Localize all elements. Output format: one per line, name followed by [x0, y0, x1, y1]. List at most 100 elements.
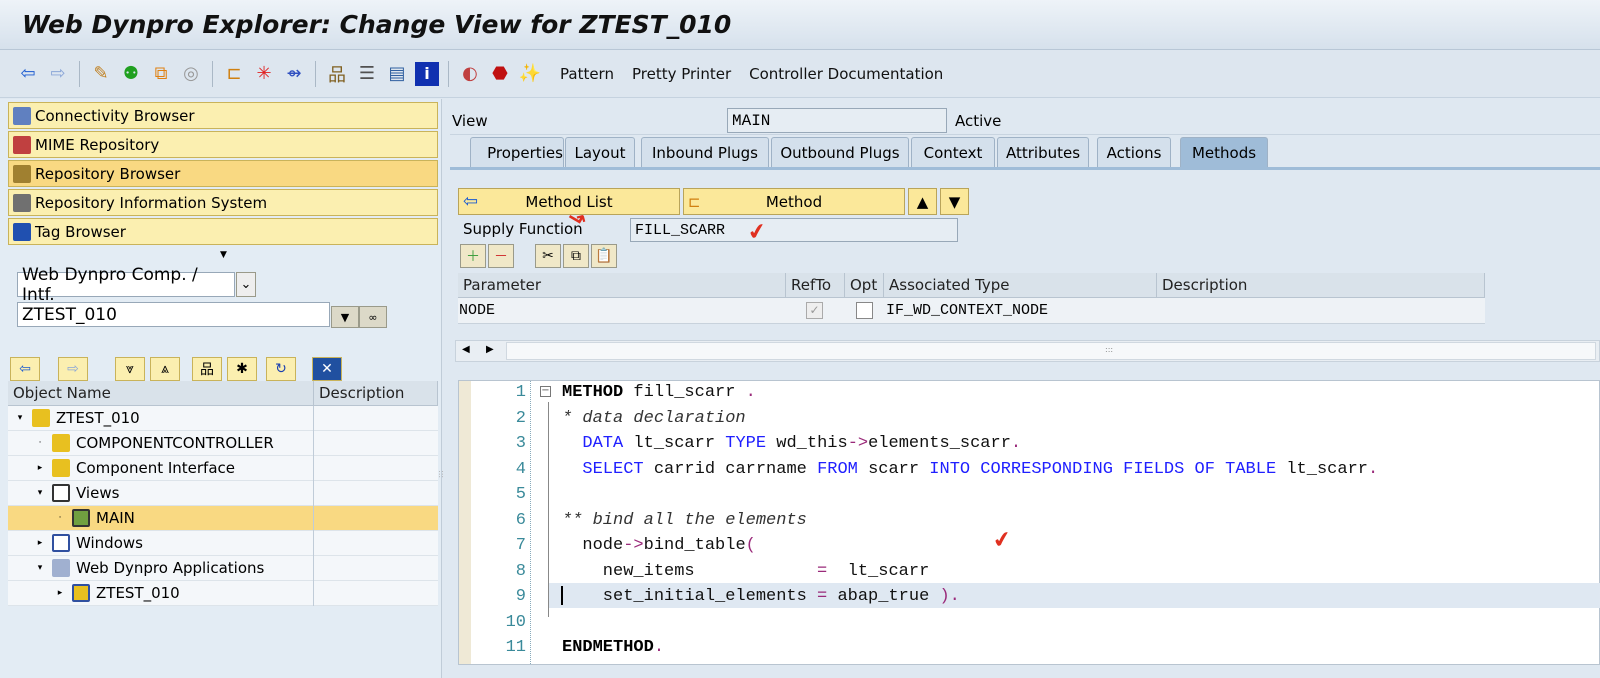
stack-icon[interactable]: ☰	[355, 62, 379, 86]
cut-button[interactable]: ✂	[535, 244, 561, 268]
nav-repository-information-system[interactable]: Repository Information System	[8, 189, 438, 216]
hierarchy-icon[interactable]: 品	[325, 62, 349, 86]
dropdown-button[interactable]: ▼	[331, 306, 359, 328]
method-list-button[interactable]: ⇦ Method List	[458, 188, 680, 215]
tab-actions[interactable]: Actions	[1097, 137, 1171, 167]
pretty-printer-button[interactable]: Pretty Printer	[632, 65, 731, 83]
expand-arrow-icon[interactable]: ▸	[54, 588, 66, 598]
tab-layout[interactable]: Layout	[565, 137, 635, 167]
navigate-icon[interactable]: ⊏	[222, 62, 246, 86]
edit-icon[interactable]: ✎	[89, 62, 113, 86]
fold-collapse-icon[interactable]: −	[540, 386, 551, 397]
tree-row-selected[interactable]: · MAIN	[8, 506, 438, 531]
column-header-opt[interactable]: Opt	[845, 273, 884, 298]
tree-row[interactable]: ▾ Views	[8, 481, 438, 506]
tree-row[interactable]: ▸ Windows	[8, 531, 438, 556]
column-header-parameter[interactable]: Parameter	[458, 273, 786, 298]
scroll-right-icon[interactable]: ▶	[486, 344, 494, 355]
collapse-arrow-icon[interactable]: ▼	[220, 250, 227, 260]
test-icon[interactable]: ◐	[458, 62, 482, 86]
paste-button[interactable]: 📋	[591, 244, 617, 268]
display-object-list-icon[interactable]: ⇴	[282, 62, 306, 86]
stop-icon[interactable]: ⬣	[488, 62, 512, 86]
nav-repository-browser[interactable]: Repository Browser	[8, 160, 438, 187]
parameter-cell[interactable]: NODE	[459, 302, 495, 319]
column-header-object-name[interactable]: Object Name	[8, 381, 314, 406]
splitter-handle[interactable]: :::	[437, 470, 446, 478]
expand-arrow-icon[interactable]: ▾	[14, 413, 26, 423]
tree-row[interactable]: ▾ ZTEST_010	[8, 406, 438, 431]
object-name-input[interactable]: ZTEST_010	[17, 302, 330, 327]
nav-connectivity-browser[interactable]: Connectivity Browser	[8, 102, 438, 129]
code-line[interactable]: new_items = lt_scarr	[562, 559, 929, 584]
tree-back-button[interactable]: ⇦	[10, 357, 40, 381]
collapse-all-button[interactable]: ⩓	[150, 357, 180, 381]
forward-icon[interactable]: ⇨	[46, 62, 70, 86]
refto-checkbox[interactable]: ✓	[806, 302, 823, 319]
tree-row[interactable]: ▾ Web Dynpro Applications	[8, 556, 438, 581]
application-toolbar: ⇦ ⇨ ✎ ⚉ ⧉ ◎ ⊏ ✳ ⇴ 品 ☰ ▤ i ◐ ⬣ ✨ Pattern …	[0, 50, 1600, 98]
table-row[interactable]: NODE ✓ IF_WD_CONTEXT_NODE	[458, 298, 1485, 324]
settings-button[interactable]: ✱	[227, 357, 257, 381]
code-line[interactable]: node->bind_table(	[562, 533, 755, 558]
column-header-description[interactable]: Description	[314, 381, 438, 406]
code-line[interactable]: ** bind all the elements	[562, 508, 807, 533]
hierarchy-button[interactable]: 品	[192, 357, 222, 381]
code-line[interactable]: set_initial_elements = abap_true ).	[562, 584, 960, 609]
activate-icon[interactable]: ⚉	[119, 62, 143, 86]
info-system-icon	[13, 193, 31, 212]
nav-tag-browser[interactable]: Tag Browser	[8, 218, 438, 245]
code-line[interactable]: * data declaration	[562, 406, 746, 431]
code-line[interactable]: SELECT carrid carrname FROM scarr INTO C…	[562, 457, 1378, 482]
object-type-select[interactable]: Web Dynpro Comp. / Intf.	[17, 265, 235, 305]
associated-type-cell[interactable]: IF_WD_CONTEXT_NODE	[886, 302, 1048, 319]
expand-arrow-icon[interactable]: ▾	[34, 563, 46, 573]
info-icon[interactable]: i	[415, 61, 439, 86]
chevron-down-icon[interactable]: ⌄	[236, 272, 256, 297]
tree-row[interactable]: ▸ Component Interface	[8, 456, 438, 481]
nav-mime-repository[interactable]: MIME Repository	[8, 131, 438, 158]
tab-outbound-plugs[interactable]: Outbound Plugs	[771, 137, 909, 167]
scroll-thumb[interactable]	[506, 342, 1596, 360]
next-button[interactable]: ▼	[940, 188, 969, 215]
expand-arrow-icon[interactable]: ▸	[34, 538, 46, 548]
refresh-button[interactable]: ↻	[266, 357, 296, 381]
tab-context[interactable]: Context	[911, 137, 995, 167]
code-line[interactable]: DATA lt_scarr TYPE wd_this->elements_sca…	[562, 431, 1021, 456]
where-used-icon[interactable]: ✳	[252, 62, 276, 86]
expand-all-button[interactable]: ⩔	[115, 357, 145, 381]
resize-handle[interactable]: :::	[1105, 345, 1113, 354]
column-header-description[interactable]: Description	[1157, 273, 1485, 298]
tree-row[interactable]: · COMPONENTCONTROLLER	[8, 431, 438, 456]
delete-row-button[interactable]: －	[488, 244, 514, 268]
previous-button[interactable]: ▲	[908, 188, 937, 215]
tab-inbound-plugs[interactable]: Inbound Plugs	[641, 137, 769, 167]
wizard-icon[interactable]: ✨	[518, 62, 542, 86]
code-line[interactable]: METHOD fill_scarr .	[562, 380, 756, 405]
scroll-left-icon[interactable]: ◀	[462, 344, 470, 355]
horizontal-scrollbar[interactable]: ◀ ▶	[455, 340, 1600, 362]
arrow-down-icon: ▼	[948, 192, 961, 211]
code-line[interactable]: ENDMETHOD.	[562, 635, 664, 660]
pattern-button[interactable]: Pattern	[560, 65, 614, 83]
copy-icon[interactable]: ⧉	[149, 62, 173, 86]
tab-methods[interactable]: Methods	[1180, 137, 1268, 167]
column-header-refto[interactable]: RefTo	[786, 273, 845, 298]
controller-documentation-button[interactable]: Controller Documentation	[749, 65, 943, 83]
spiral-icon[interactable]: ◎	[179, 62, 203, 86]
back-icon[interactable]: ⇦	[16, 62, 40, 86]
tab-attributes[interactable]: Attributes	[997, 137, 1089, 167]
expand-arrow-icon[interactable]: ▸	[34, 463, 46, 473]
expand-arrow-icon[interactable]: ▾	[34, 488, 46, 498]
tree-row[interactable]: ▸ ZTEST_010	[8, 581, 438, 606]
insert-row-button[interactable]: ＋	[460, 244, 486, 268]
display-glasses-button[interactable]: ∞	[359, 306, 387, 328]
method-button[interactable]: ⊏ Method	[683, 188, 905, 215]
tab-properties[interactable]: Properties	[470, 137, 564, 167]
layout-icon[interactable]: ▤	[385, 62, 409, 86]
close-tree-button[interactable]: ✕	[312, 357, 342, 381]
opt-checkbox[interactable]	[856, 302, 873, 319]
copy-button[interactable]: ⧉	[563, 244, 589, 268]
tree-forward-button[interactable]: ⇨	[58, 357, 88, 381]
column-header-associated-type[interactable]: Associated Type	[884, 273, 1157, 298]
